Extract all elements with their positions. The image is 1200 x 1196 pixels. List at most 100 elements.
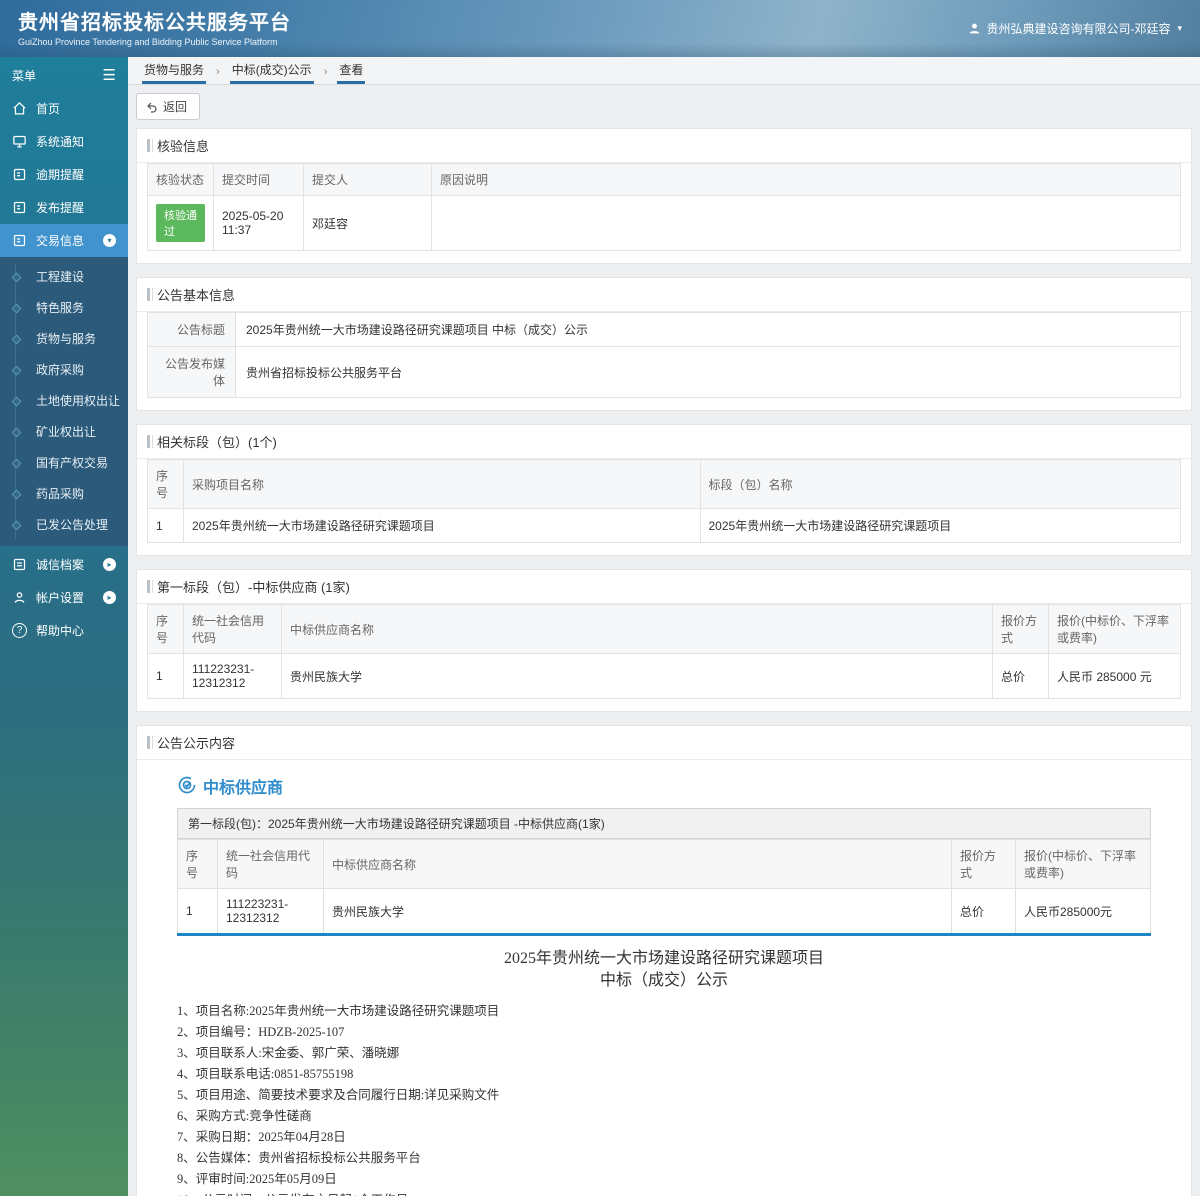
announcement-document: 2025年贵州统一大市场建设路径研究课题项目 中标（成交）公示 1、项目名称:2…	[177, 936, 1151, 1196]
col-header: 报价方式	[951, 839, 1016, 889]
section-title: 公告基本信息	[157, 288, 236, 303]
doc-line: 6、采购方式:竞争性磋商	[177, 1109, 312, 1123]
announce-basic-section: 公告基本信息 公告标题 2025年贵州统一大市场建设路径研究课题项目 中标（成交…	[136, 277, 1192, 411]
submitter: 邓廷容	[303, 195, 432, 251]
row-no: 1	[177, 888, 218, 934]
breadcrumb-item-view[interactable]: 查看	[337, 57, 366, 84]
col-header: 标段（包）名称	[699, 459, 1181, 509]
winner-supplier-section: 第一标段（包）-中标供应商 (1家) 序号 统一社会信用代码 中标供应商名称 报…	[136, 569, 1192, 712]
chevron-separator-icon: ›	[216, 66, 220, 78]
doc-title-line1: 2025年贵州统一大市场建设路径研究课题项目	[503, 950, 824, 967]
sidebar-item-overdue-reminder[interactable]: 逾期提醒	[0, 158, 128, 191]
supplier-name: 贵州民族大学	[281, 653, 993, 699]
winner-heading: 中标供应商	[177, 774, 1151, 798]
field-label: 公告发布媒体	[147, 346, 236, 398]
title-marker	[147, 139, 150, 152]
document-icon	[12, 233, 27, 248]
user-menu[interactable]: 贵州弘典建设咨询有限公司-邓廷容 ▾	[968, 20, 1182, 37]
col-header: 中标供应商名称	[281, 604, 993, 654]
col-header: 统一社会信用代码	[183, 604, 282, 654]
breadcrumb-item-award-notice[interactable]: 中标(成交)公示	[229, 57, 314, 84]
table-row: 1 111223231-12312312 贵州民族大学 总价 人民币 28500…	[147, 653, 1181, 699]
user-name: 贵州弘典建设咨询有限公司-邓廷容	[986, 22, 1171, 36]
verify-table: 核验状态 提交时间 提交人 原因说明 核验通过 2025-05-20 11:37…	[147, 163, 1181, 251]
platform-title: 贵州省招标投标公共服务平台	[18, 11, 291, 34]
sidebar-item-credit-archive[interactable]: 诚信档案 ▸	[0, 548, 128, 581]
sidebar-item-label: 首页	[36, 102, 61, 116]
doc-line: 8、公告媒体：贵州省招标投标公共服务平台	[177, 1151, 421, 1165]
doc-title-line2: 中标（成交）公示	[599, 972, 728, 989]
sidebar-subitem[interactable]: 政府采购	[0, 354, 128, 385]
section-name: 2025年贵州统一大市场建设路径研究课题项目	[699, 508, 1181, 543]
title-marker	[147, 736, 150, 749]
announce-media-value: 贵州省招标投标公共服务平台	[235, 346, 1181, 398]
bullseye-check-icon	[177, 775, 197, 798]
sidebar-subitem[interactable]: 矿业权出让	[0, 416, 128, 447]
chevron-separator-icon: ›	[323, 66, 328, 78]
doc-line: 2、项目编号：HDZB-2025-107	[177, 1025, 345, 1039]
back-icon	[146, 101, 158, 113]
col-header: 序号	[147, 459, 184, 509]
col-header: 报价(中标价、下浮率或费率)	[1015, 839, 1151, 889]
sidebar-subitem[interactable]: 工程建设	[0, 261, 128, 292]
col-header: 采购项目名称	[183, 459, 701, 509]
sidebar-subitem[interactable]: 货物与服务	[0, 323, 128, 354]
user-icon	[968, 22, 981, 35]
chevron-right-icon: ▸	[103, 558, 116, 571]
monitor-icon	[12, 134, 27, 149]
platform-brand: 贵州省招标投标公共服务平台 GuiZhou Province Tendering…	[18, 11, 291, 47]
table-row: 公告发布媒体 贵州省招标投标公共服务平台	[147, 346, 1181, 398]
announce-basic-table: 公告标题 2025年贵州统一大市场建设路径研究课题项目 中标（成交）公示 公告发…	[147, 312, 1181, 398]
winner-heading-label: 中标供应商	[203, 780, 284, 797]
sidebar-subitem[interactable]: 特色服务	[0, 292, 128, 323]
sidebar-subitem[interactable]: 国有产权交易	[0, 447, 128, 478]
doc-line: 5、项目用途、简要技术要求及合同履行日期:详见采购文件	[177, 1088, 500, 1102]
related-sections-table: 序号 采购项目名称 标段（包）名称 1 2025年贵州统一大市场建设路径研究课题…	[147, 459, 1181, 543]
sidebar-item-label: 系统通知	[36, 135, 85, 149]
col-header: 序号	[147, 604, 184, 654]
quote-value: 人民币285000元	[1015, 888, 1151, 934]
sidebar-subitem[interactable]: 药品采购	[0, 478, 128, 509]
home-icon	[12, 101, 27, 116]
doc-line: 3、项目联系人:宋金委、郭广荣、潘晓娜	[177, 1046, 400, 1060]
col-header: 核验状态	[147, 163, 214, 196]
col-header: 提交人	[303, 163, 432, 196]
section-title: 公告公示内容	[157, 736, 236, 751]
col-header: 统一社会信用代码	[217, 839, 324, 889]
sidebar-item-publish-reminder[interactable]: 发布提醒	[0, 191, 128, 224]
sidebar-item-label: 帮助中心	[36, 624, 85, 638]
status-badge: 核验通过	[156, 204, 205, 242]
supplier-name: 贵州民族大学	[323, 888, 952, 934]
announce-title-value: 2025年贵州统一大市场建设路径研究课题项目 中标（成交）公示	[235, 312, 1181, 347]
table-row: 1 111223231-12312312 贵州民族大学 总价 人民币285000…	[177, 888, 1151, 934]
winner-supplier-table: 序号 统一社会信用代码 中标供应商名称 报价方式 报价(中标价、下浮率或费率) …	[147, 604, 1181, 699]
hamburger-icon[interactable]: ☰	[103, 68, 116, 83]
breadcrumb: 货物与服务 › 中标(成交)公示 › 查看	[128, 57, 1200, 85]
doc-line: 9、评审时间:2025年05月09日	[177, 1172, 337, 1186]
sidebar-subitem[interactable]: 土地使用权出让	[0, 385, 128, 416]
sidebar-item-account-settings[interactable]: 帐户设置 ▸	[0, 581, 128, 614]
quote-type: 总价	[951, 888, 1016, 934]
row-no: 1	[147, 508, 184, 543]
back-button[interactable]: 返回	[136, 93, 201, 120]
section-title: 第一标段（包）-中标供应商 (1家)	[157, 580, 350, 595]
sidebar-item-system-notice[interactable]: 系统通知	[0, 125, 128, 158]
sidebar-item-label: 发布提醒	[36, 201, 85, 215]
document-icon	[12, 167, 27, 182]
chevron-down-icon: ▾	[1177, 23, 1182, 33]
sidebar-item-home[interactable]: 首页	[0, 92, 128, 125]
submit-time: 2025-05-20 11:37	[213, 195, 304, 251]
breadcrumb-item-goods-services[interactable]: 货物与服务	[142, 57, 207, 84]
archive-icon	[12, 557, 27, 572]
sidebar-item-help-center[interactable]: ? 帮助中心	[0, 614, 128, 647]
transaction-submenu: 工程建设 特色服务 货物与服务 政府采购 土地使用权出让 矿业权出让 国有产权交易 药品采购已…	[0, 257, 128, 546]
title-marker	[147, 288, 150, 301]
section-bar: 第一标段(包)：2025年贵州统一大市场建设路径研究课题项目 -中标供应商(1家…	[177, 808, 1151, 839]
content-winner-table: 序号 统一社会信用代码 中标供应商名称 报价方式 报价(中标价、下浮率或费率) …	[177, 839, 1151, 934]
table-row: 核验通过 2025-05-20 11:37 邓廷容	[147, 195, 1181, 251]
announce-content-section: 公告公示内容 中标供应商 第一标段(包)：2025年贵州统一大市场建设路径研究课…	[136, 725, 1192, 1196]
sidebar-item-transaction-info[interactable]: 交易信息 ▾	[0, 224, 128, 257]
sidebar-subitem[interactable]: 已发公告处理	[0, 509, 128, 540]
col-header: 提交时间	[213, 163, 304, 196]
verify-info-section: 核验信息 核验状态 提交时间 提交人 原因说明 核验通过 2025-05-20 …	[136, 128, 1192, 264]
